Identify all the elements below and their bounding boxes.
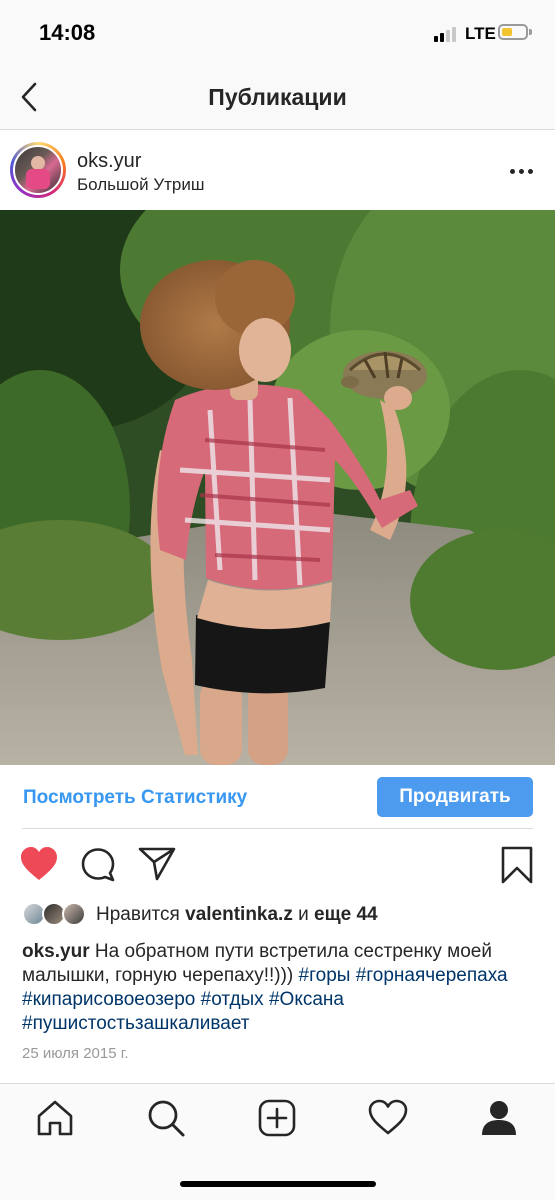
caption-username[interactable]: oks.yur	[22, 941, 90, 962]
likes-summary[interactable]: Нравится valentinka.z и еще 44	[96, 904, 378, 926]
hashtag[interactable]: #пушистостьзашкаливает	[22, 1013, 249, 1034]
hashtag[interactable]: #Оксана	[269, 989, 344, 1010]
post-location[interactable]: Большой Утриш	[77, 175, 205, 195]
network-type: LTE	[465, 24, 496, 43]
heart-filled-icon	[21, 847, 57, 880]
profile-icon	[482, 1101, 516, 1135]
post-header: oks.yur Большой Утриш	[0, 131, 555, 211]
signal-strength-icon	[434, 26, 460, 42]
home-icon	[37, 1100, 73, 1136]
bookmark-icon	[501, 846, 533, 884]
likes-row: Нравится valentinka.z и еще 44	[22, 900, 542, 930]
post-caption: oks.yur На обратном пути встретила сестр…	[22, 940, 537, 1036]
post-photo[interactable]	[0, 210, 555, 765]
heart-outline-icon	[368, 1099, 408, 1135]
post-username[interactable]: oks.yur	[77, 150, 141, 173]
battery-cap	[529, 29, 532, 35]
plus-square-icon	[258, 1099, 296, 1137]
instagram-post-screen: 14:08 LTE Публикации oks.yur Большой Утр…	[0, 0, 555, 1200]
more-options-button[interactable]	[506, 159, 538, 183]
post-date: 25 июля 2015 г.	[22, 1045, 129, 1062]
insights-row: Посмотреть Статистику Продвигать	[0, 765, 555, 830]
direct-share-icon	[138, 847, 176, 881]
status-time: 14:08	[39, 20, 96, 45]
comment-icon	[81, 848, 115, 882]
comment-button[interactable]	[80, 846, 116, 882]
battery-icon	[498, 24, 528, 40]
avatar[interactable]	[13, 145, 63, 195]
page-title: Публикации	[208, 84, 347, 110]
hashtag[interactable]: #кипарисовоеозеро	[22, 989, 195, 1010]
likes-prefix: Нравится	[96, 904, 180, 925]
search-icon	[148, 1100, 185, 1137]
home-indicator	[180, 1181, 376, 1187]
battery-level	[502, 28, 512, 36]
liker-avatar[interactable]	[62, 902, 86, 926]
hashtag[interactable]: #горы	[299, 965, 351, 986]
photo-woman-holding-turtle	[0, 210, 555, 765]
hashtag[interactable]: #отдых	[201, 989, 264, 1010]
tab-profile[interactable]	[479, 1098, 519, 1138]
nav-header: Публикации	[0, 66, 555, 130]
tab-home[interactable]	[35, 1098, 75, 1138]
likes-others[interactable]: еще 44	[314, 904, 378, 925]
tab-activity[interactable]	[368, 1098, 408, 1138]
view-insights-link[interactable]: Посмотреть Статистику	[23, 787, 247, 809]
likes-connector: и	[298, 904, 309, 925]
status-bar: 14:08 LTE	[0, 0, 555, 66]
divider	[22, 828, 533, 829]
promote-button[interactable]: Продвигать	[377, 777, 533, 817]
more-horizontal-icon	[510, 169, 515, 174]
hashtag[interactable]: #горнаячерепаха	[356, 965, 508, 986]
share-button[interactable]	[138, 846, 176, 882]
save-button[interactable]	[500, 846, 534, 884]
tab-search[interactable]	[146, 1098, 186, 1138]
tab-new-post[interactable]	[257, 1098, 297, 1138]
liked-by-user[interactable]: valentinka.z	[185, 904, 293, 925]
like-button[interactable]	[20, 846, 58, 882]
